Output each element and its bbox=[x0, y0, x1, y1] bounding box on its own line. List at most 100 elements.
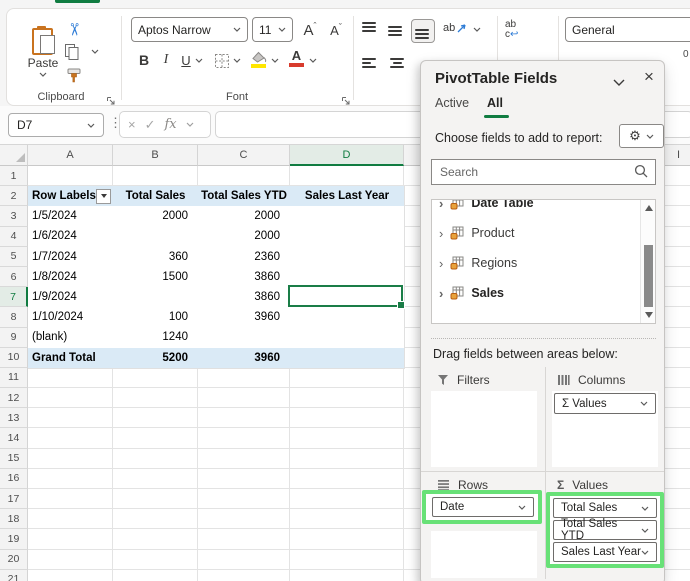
field-item-sales[interactable]: › Sales bbox=[432, 278, 640, 308]
pivot-cell[interactable]: 1/8/2024 bbox=[28, 267, 113, 287]
number-format-combobox[interactable]: General bbox=[565, 17, 690, 42]
row-header-6[interactable]: 6 bbox=[0, 266, 28, 288]
pivot-cell[interactable]: 100 bbox=[113, 307, 198, 327]
scrollbar-thumb[interactable] bbox=[643, 245, 653, 307]
pivot-cell[interactable] bbox=[290, 327, 404, 347]
enter-check-icon[interactable]: ✓ bbox=[145, 117, 156, 133]
cell-A14[interactable] bbox=[28, 428, 113, 449]
row-header-10[interactable]: 10 bbox=[0, 347, 28, 368]
pivot-cell[interactable]: Sales Last Year bbox=[290, 186, 404, 206]
pane-close-button[interactable]: × bbox=[641, 67, 657, 87]
pivot-cell[interactable]: 2000 bbox=[198, 226, 290, 246]
row-header-4[interactable]: 4 bbox=[0, 226, 28, 247]
pivot-cell[interactable]: Total Sales bbox=[113, 186, 198, 206]
borders-button[interactable] bbox=[211, 50, 233, 72]
underline-button[interactable]: U bbox=[175, 49, 197, 71]
cell-B13[interactable] bbox=[113, 408, 198, 429]
fill-handle[interactable] bbox=[397, 301, 405, 309]
total-sales-ytd-chip[interactable]: Total Sales YTD bbox=[553, 518, 657, 542]
cell-C15[interactable] bbox=[198, 448, 290, 469]
sales-last-year-chip[interactable]: Sales Last Year bbox=[553, 542, 657, 562]
row-header-2[interactable]: 2 bbox=[0, 186, 28, 207]
top-align-button[interactable] bbox=[359, 19, 383, 43]
pivot-cell[interactable]: 2000 bbox=[198, 206, 290, 226]
name-box[interactable]: D7 bbox=[8, 113, 104, 137]
cell-D11[interactable] bbox=[290, 367, 404, 389]
field-list-scrollbar[interactable] bbox=[640, 200, 655, 323]
pivot-cell[interactable]: 1/6/2024 bbox=[28, 226, 113, 246]
cell-B14[interactable] bbox=[113, 428, 198, 449]
cell-B18[interactable] bbox=[113, 509, 198, 530]
pivot-cell[interactable]: 1/10/2024 bbox=[28, 307, 113, 327]
cancel-icon[interactable]: × bbox=[128, 117, 136, 132]
align-center-button[interactable] bbox=[385, 51, 409, 75]
copy-dropdown-chevron-icon[interactable] bbox=[91, 49, 99, 54]
row-header-19[interactable]: 19 bbox=[0, 529, 28, 550]
row-header-18[interactable]: 18 bbox=[0, 509, 28, 530]
font-name-combobox[interactable]: Aptos Narrow bbox=[131, 17, 248, 42]
cell-C12[interactable] bbox=[198, 388, 290, 409]
cell-D1[interactable] bbox=[290, 166, 404, 187]
font-color-button[interactable]: A bbox=[289, 49, 304, 67]
row-header-16[interactable]: 16 bbox=[0, 468, 28, 489]
pivot-cell[interactable]: 2000 bbox=[113, 206, 198, 226]
cell-C17[interactable] bbox=[198, 489, 290, 510]
pivot-cell[interactable] bbox=[290, 226, 404, 246]
cell-C11[interactable] bbox=[198, 367, 290, 389]
row-header-9[interactable]: 9 bbox=[0, 327, 28, 348]
pivot-cell[interactable]: Grand Total bbox=[28, 348, 113, 368]
borders-dropdown-chevron-icon[interactable] bbox=[233, 58, 241, 63]
copy-button[interactable] bbox=[61, 41, 83, 63]
decrease-font-size-button[interactable]: Aˇ bbox=[325, 19, 347, 41]
values-field-chip[interactable]: Σ Values bbox=[554, 393, 656, 414]
orientation-chevron-icon[interactable] bbox=[473, 27, 481, 32]
cell-C21[interactable] bbox=[198, 569, 290, 581]
rows-drop-zone[interactable] bbox=[431, 531, 537, 578]
cell-A15[interactable] bbox=[28, 448, 113, 469]
cell-D15[interactable] bbox=[290, 448, 404, 469]
pivot-cell[interactable]: 5200 bbox=[113, 348, 198, 368]
column-header-B[interactable]: B bbox=[113, 145, 198, 166]
cell-A13[interactable] bbox=[28, 408, 113, 429]
chip-chevron-icon[interactable] bbox=[518, 505, 526, 510]
font-size-combobox[interactable]: 11 bbox=[252, 17, 293, 42]
row-header-11[interactable]: 11 bbox=[0, 367, 28, 389]
chip-chevron-icon[interactable] bbox=[641, 506, 649, 511]
field-item-product[interactable]: › Product bbox=[432, 218, 640, 248]
cell-B1[interactable] bbox=[113, 166, 198, 187]
cell-B19[interactable] bbox=[113, 529, 198, 550]
expand-chevron-icon[interactable]: › bbox=[439, 200, 443, 210]
paste-button[interactable]: Paste bbox=[19, 14, 67, 88]
increase-font-size-button[interactable]: Aˆ bbox=[299, 19, 321, 41]
row-labels-filter-button[interactable] bbox=[96, 188, 111, 204]
column-header-D[interactable]: D bbox=[290, 145, 404, 166]
pivot-cell[interactable] bbox=[290, 206, 404, 226]
cell-A20[interactable] bbox=[28, 549, 113, 570]
cell-A21[interactable] bbox=[28, 569, 113, 581]
cell-B16[interactable] bbox=[113, 468, 198, 489]
underline-dropdown-chevron-icon[interactable] bbox=[195, 58, 203, 63]
font-color-chevron-icon[interactable] bbox=[309, 58, 317, 63]
row-header-13[interactable]: 13 bbox=[0, 408, 28, 429]
pivot-cell[interactable]: 1240 bbox=[113, 327, 198, 347]
cell-A17[interactable] bbox=[28, 489, 113, 510]
cell-D19[interactable] bbox=[290, 529, 404, 550]
cell-A18[interactable] bbox=[28, 509, 113, 530]
row-header-8[interactable]: 8 bbox=[0, 307, 28, 328]
cell-B21[interactable] bbox=[113, 569, 198, 581]
row-header-3[interactable]: 3 bbox=[0, 206, 28, 227]
cell-D20[interactable] bbox=[290, 549, 404, 570]
cell-B20[interactable] bbox=[113, 549, 198, 570]
align-left-button[interactable] bbox=[359, 51, 383, 75]
tab-all[interactable]: All bbox=[487, 96, 503, 110]
total-sales-chip[interactable]: Total Sales bbox=[553, 498, 657, 518]
cell-C16[interactable] bbox=[198, 468, 290, 489]
orientation-button[interactable]: ab bbox=[443, 22, 468, 34]
pivot-cell[interactable]: 1/9/2024 bbox=[28, 287, 113, 307]
cell-C19[interactable] bbox=[198, 529, 290, 550]
pivot-cell[interactable]: 3860 bbox=[198, 287, 290, 307]
row-header-12[interactable]: 12 bbox=[0, 388, 28, 409]
expand-chevron-icon[interactable]: › bbox=[439, 287, 443, 300]
cell-B12[interactable] bbox=[113, 388, 198, 409]
cell-D16[interactable] bbox=[290, 468, 404, 489]
